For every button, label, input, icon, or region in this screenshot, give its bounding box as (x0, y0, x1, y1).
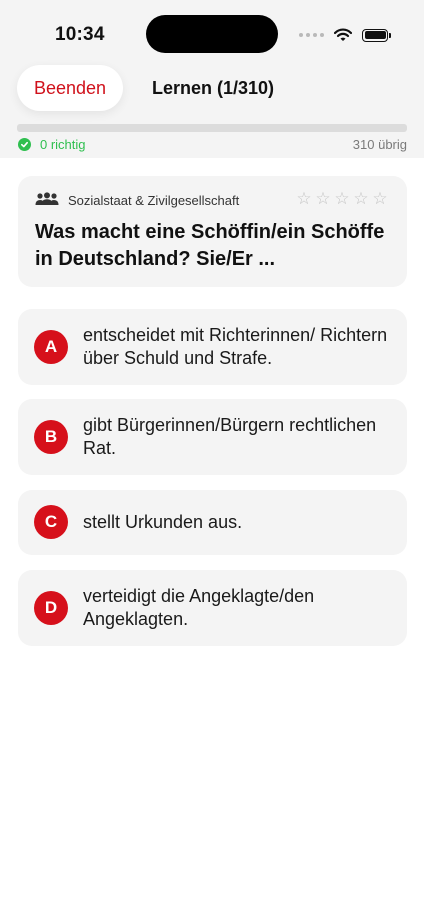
progress-bar (17, 124, 407, 132)
header-area: 10:34 Beenden Lernen (1/310) 0 richtig 3… (0, 0, 424, 158)
status-time: 10:34 (55, 24, 105, 45)
people-group-icon (35, 192, 59, 209)
answer-option-b[interactable]: B gibt Bürgerinnen/Bürgern rechtlichen R… (18, 399, 407, 475)
question-text: Was macht eine Schöffin/ein Schöffe in D… (35, 221, 385, 270)
dynamic-island (146, 15, 278, 53)
star-icon[interactable]: ☆ (371, 189, 389, 209)
end-button[interactable]: Beenden (17, 65, 123, 111)
rating-stars[interactable]: ☆ ☆ ☆ ☆ ☆ (295, 189, 389, 209)
answer-text: stellt Urkunden aus. (83, 512, 243, 532)
remaining-count: 310 übrig (352, 137, 407, 152)
answer-option-c[interactable]: C stellt Urkunden aus. (18, 490, 407, 555)
answer-letter-badge: B (34, 420, 68, 454)
star-icon[interactable]: ☆ (314, 189, 332, 209)
question-card: Sozialstaat & Zivilgesellschaft ☆ ☆ ☆ ☆ … (18, 176, 407, 287)
answer-option-a[interactable]: A entscheidet mit Richterinnen/ Richtern… (18, 309, 407, 385)
quiz-screen: 10:34 Beenden Lernen (1/310) 0 richtig 3… (0, 0, 424, 917)
answer-option-d[interactable]: D verteidigt die Angeklagte/den Angeklag… (18, 570, 407, 646)
category-label: Sozialstaat & Zivilgesellschaft (68, 193, 240, 208)
answer-text: gibt Bürgerinnen/Bürgern rechtlichen Rat… (83, 415, 377, 458)
star-icon[interactable]: ☆ (352, 189, 370, 209)
star-icon[interactable]: ☆ (333, 189, 351, 209)
wifi-icon (334, 28, 352, 42)
checkmark-icon (18, 138, 31, 151)
question-category: Sozialstaat & Zivilgesellschaft (35, 192, 239, 209)
answer-text: verteidigt die Angeklagte/den Angeklagte… (83, 586, 315, 629)
answer-letter-badge: A (34, 330, 68, 364)
answer-text: entscheidet mit Richterinnen/ Richtern ü… (83, 325, 388, 368)
correct-count: 0 richtig (18, 137, 86, 152)
page-title: Lernen (1/310) (152, 78, 275, 98)
answer-letter-badge: D (34, 591, 68, 625)
status-icons (299, 26, 391, 44)
cellular-signal-icon (299, 33, 324, 37)
battery-icon (362, 28, 391, 42)
correct-text: 0 richtig (40, 137, 86, 152)
answer-letter-badge: C (34, 505, 68, 539)
star-icon[interactable]: ☆ (295, 189, 313, 209)
